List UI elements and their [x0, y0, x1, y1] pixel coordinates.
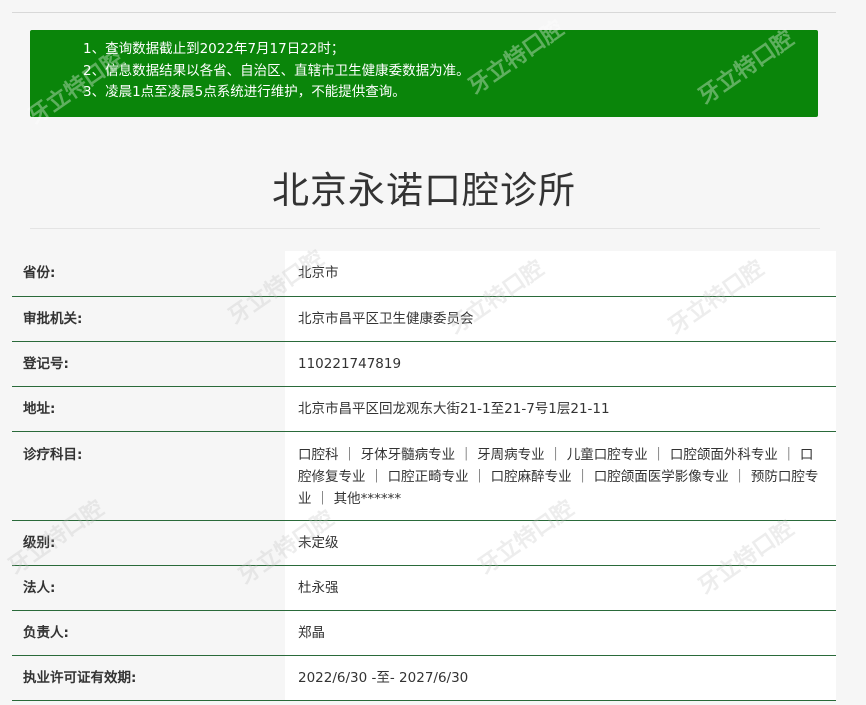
info-table: 省份: 北京市 审批机关: 北京市昌平区卫生健康委员会 登记号: 1102217…	[12, 251, 836, 701]
row-label: 级别:	[23, 535, 56, 551]
row-value: 2022/6/30 -至- 2027/6/30	[285, 656, 836, 700]
notice-banner: 1、查询数据截止到2022年7月17日22时； 2、信息数据结果以各省、自治区、…	[30, 30, 818, 117]
row-label: 省份:	[23, 265, 56, 281]
row-value: 杜永强	[285, 566, 836, 610]
row-value: 口腔科 ｜ 牙体牙髓病专业 ｜ 牙周病专业 ｜ 儿童口腔专业 ｜ 口腔颌面外科专…	[285, 432, 836, 520]
row-value: 郑晶	[285, 611, 836, 655]
table-row-registration-number: 登记号: 110221747819	[12, 342, 836, 387]
row-label: 审批机关:	[23, 311, 83, 327]
table-row-legal-person: 法人: 杜永强	[12, 566, 836, 611]
row-label: 登记号:	[23, 356, 69, 372]
row-label: 地址:	[23, 401, 56, 417]
page-title: 北京永诺口腔诊所	[272, 169, 576, 212]
row-label: 诊疗科目:	[23, 447, 83, 463]
row-value: 北京市昌平区卫生健康委员会	[285, 297, 836, 341]
title-divider	[30, 228, 820, 229]
top-divider	[12, 12, 836, 13]
row-value: 北京市昌平区回龙观东大街21-1至21-7号1层21-11	[285, 387, 836, 431]
table-row-address: 地址: 北京市昌平区回龙观东大街21-1至21-7号1层21-11	[12, 387, 836, 432]
row-label: 负责人:	[23, 625, 69, 641]
table-row-departments: 诊疗科目: 口腔科 ｜ 牙体牙髓病专业 ｜ 牙周病专业 ｜ 儿童口腔专业 ｜ 口…	[12, 432, 836, 521]
table-row-province: 省份: 北京市	[12, 251, 836, 297]
table-row-license-validity: 执业许可证有效期: 2022/6/30 -至- 2027/6/30	[12, 656, 836, 701]
notice-line-3: 3、凌晨1点至凌晨5点系统进行维护，不能提供查询。	[83, 84, 406, 100]
row-value: 未定级	[285, 521, 836, 565]
table-row-person-in-charge: 负责人: 郑晶	[12, 611, 836, 656]
table-row-approval-authority: 审批机关: 北京市昌平区卫生健康委员会	[12, 297, 836, 342]
row-label: 法人:	[23, 580, 56, 596]
notice-line-2: 2、信息数据结果以各省、自治区、直辖市卫生健康委数据为准。	[83, 62, 470, 79]
notice-line-1: 1、查询数据截止到2022年7月17日22时；	[83, 41, 345, 57]
row-value: 110221747819	[285, 342, 836, 386]
row-label: 执业许可证有效期:	[23, 670, 137, 686]
table-row-level: 级别: 未定级	[12, 521, 836, 566]
row-value: 北京市	[285, 251, 836, 296]
